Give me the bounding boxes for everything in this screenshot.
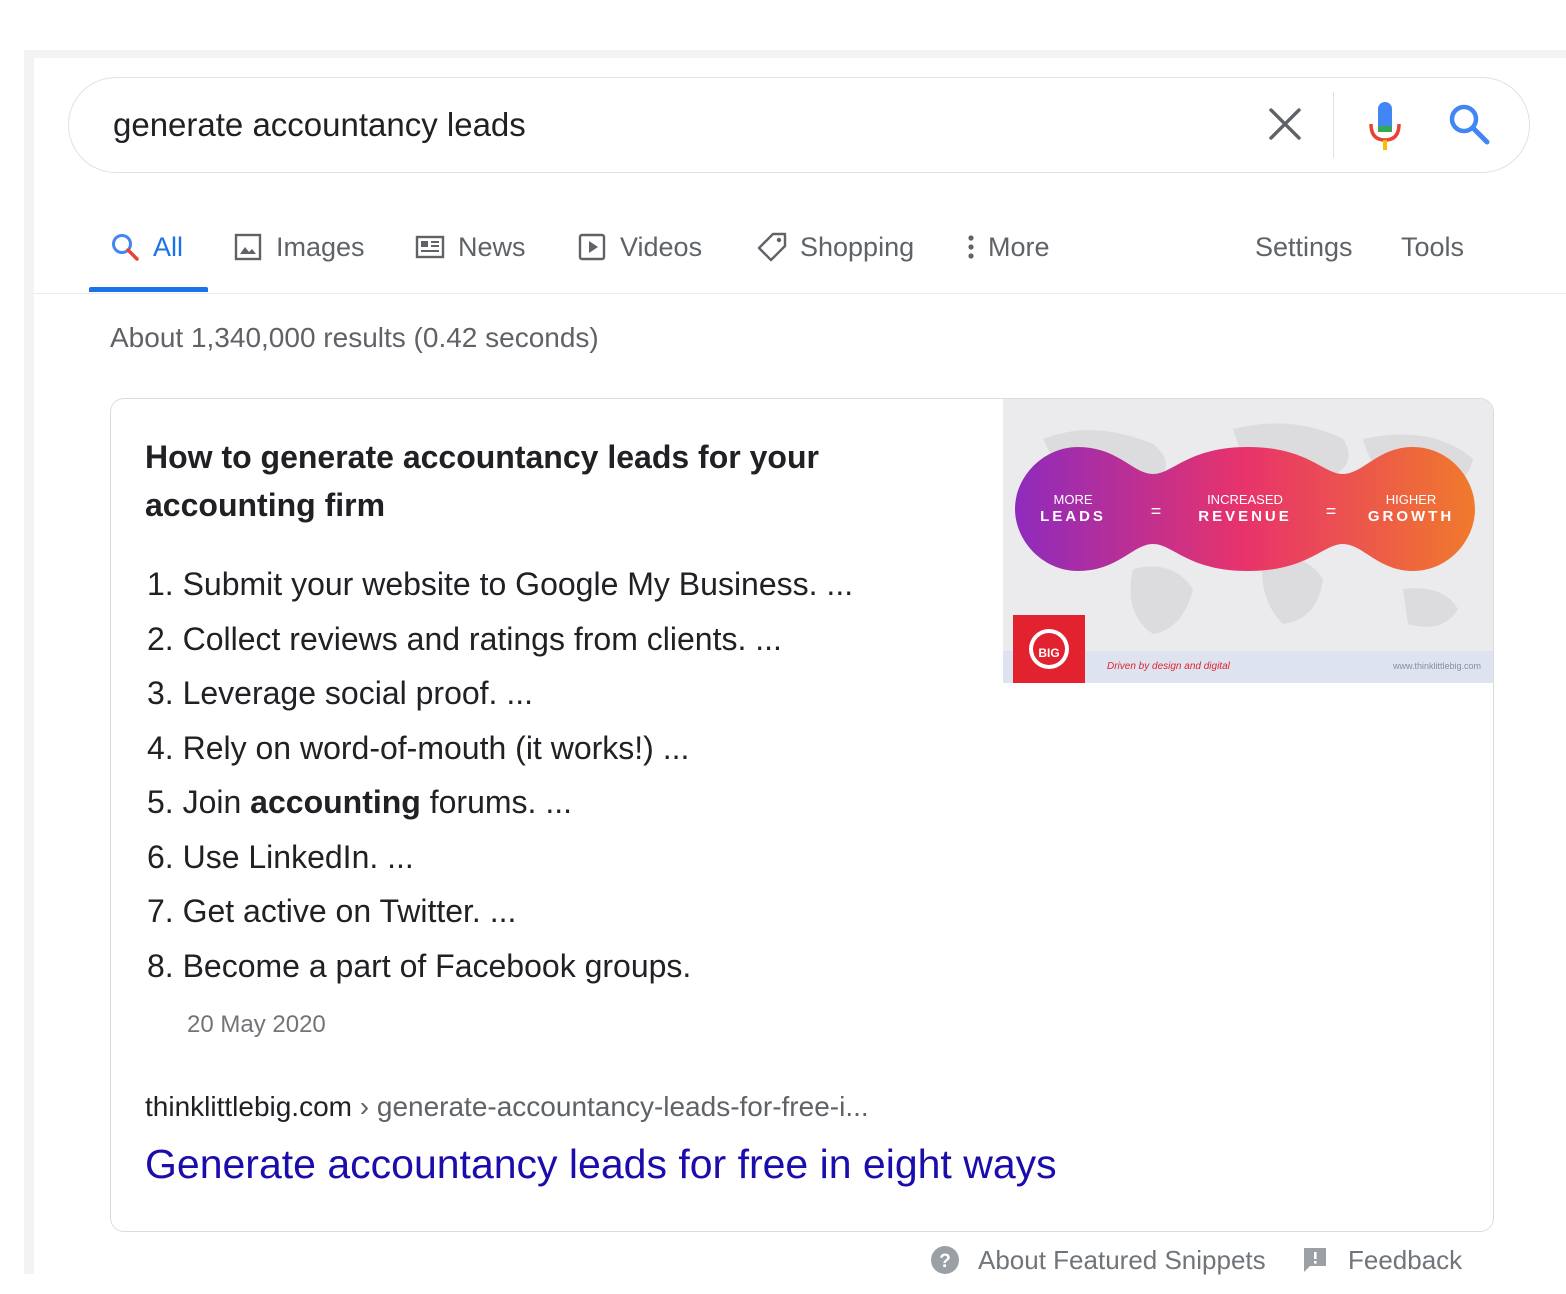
tab-all[interactable]: All [109,222,183,272]
list-item: 3. Leverage social proof. ... [147,675,533,711]
search-tabs: All Images News Videos Shopping More Set… [34,222,1566,294]
image-tagline: Driven by design and digital [1107,661,1231,672]
voice-search-button[interactable] [1365,100,1405,152]
settings-link[interactable]: Settings [1255,222,1353,272]
search-box [68,77,1530,173]
tab-label: Videos [620,231,703,262]
image-site: www.thinklittlebig.com [1392,661,1481,671]
microphone-icon [1369,102,1401,150]
settings-label: Settings [1255,231,1353,262]
window-frame-left [24,50,34,1274]
equals-sign: = [1326,501,1337,521]
tools-label: Tools [1401,231,1465,262]
tab-news[interactable]: News [414,222,526,272]
brand-logo-text: BIG [1038,646,1059,660]
window-frame-top [24,50,1566,58]
news-icon [414,231,446,263]
bubble-label-top: MORE [1054,492,1093,507]
list-item: 7. Get active on Twitter. ... [147,893,517,929]
list-item: 2. Collect reviews and ratings from clie… [147,620,782,657]
image-icon [232,231,264,263]
tab-videos[interactable]: Videos [576,222,702,272]
cite-domain: thinklittlebig.com [145,1091,352,1122]
tab-images[interactable]: Images [232,222,365,272]
snippet-title: How to generate accountancy leads for yo… [145,439,819,523]
tab-more[interactable]: More [962,222,1050,272]
featured-snippet-card: How to generate accountancy leads for yo… [110,398,1494,1232]
result-cite: thinklittlebig.com › generate-accountanc… [145,1091,869,1123]
bubble-label-bottom: GROWTH [1368,508,1454,525]
tag-icon [756,231,788,263]
close-icon [1269,108,1301,140]
tab-label: Images [276,231,365,262]
feedback-link[interactable]: Feedback [1300,1240,1462,1280]
list-item: 1. Submit your website to Google My Busi… [147,566,854,602]
bubble-label-bottom: REVENUE [1198,508,1292,525]
snippet-date: 20 May 2020 [187,1011,326,1038]
tab-label: News [458,231,526,262]
search-input[interactable] [113,102,1213,148]
snippet-list: 1. Submit your website to Google My Busi… [147,557,853,993]
clear-search-button[interactable] [1265,104,1305,144]
tab-shopping[interactable]: Shopping [756,222,914,272]
bubble-label-top: HIGHER [1386,492,1437,507]
cite-path: › generate-accountancy-leads-for-free-i.… [351,1091,869,1122]
snippet-thumbnail-image[interactable]: MORE LEADS = INCREASED REVENUE = HIGHER … [1003,399,1493,683]
list-item: 4. Rely on word-of-mouth (it works!) ... [147,729,690,766]
more-vert-icon [962,231,980,263]
bubble-label-bottom: LEADS [1040,508,1106,525]
tab-label: More [988,231,1050,262]
feedback-icon [1300,1245,1330,1275]
list-item: 8. Become a part of Facebook groups. [147,947,692,984]
feedback-label: Feedback [1348,1244,1463,1275]
search-icon [1449,104,1490,145]
search-icon [109,231,141,263]
equals-sign: = [1151,501,1162,521]
result-title-link[interactable]: Generate accountancy leads for free in e… [145,1141,1057,1188]
active-tab-indicator [89,287,208,292]
play-icon [576,231,608,263]
list-item: 5. Join accounting forums. ... [147,784,572,820]
tab-label: Shopping [800,231,915,262]
result-stats: About 1,340,000 results (0.42 seconds) [110,322,599,353]
tab-label: All [153,231,184,262]
tools-link[interactable]: Tools [1401,222,1464,272]
about-featured-snippets-link[interactable]: ? About Featured Snippets [930,1240,1266,1280]
svg-text:?: ? [939,1251,951,1272]
search-submit-button[interactable] [1447,102,1491,146]
search-divider [1333,92,1334,158]
help-icon: ? [930,1245,960,1275]
highlight-term: accounting [250,784,421,820]
about-featured-snippets-label: About Featured Snippets [978,1244,1266,1275]
list-item: 6. Use LinkedIn. ... [147,838,414,875]
bubble-label-top: INCREASED [1207,492,1283,507]
